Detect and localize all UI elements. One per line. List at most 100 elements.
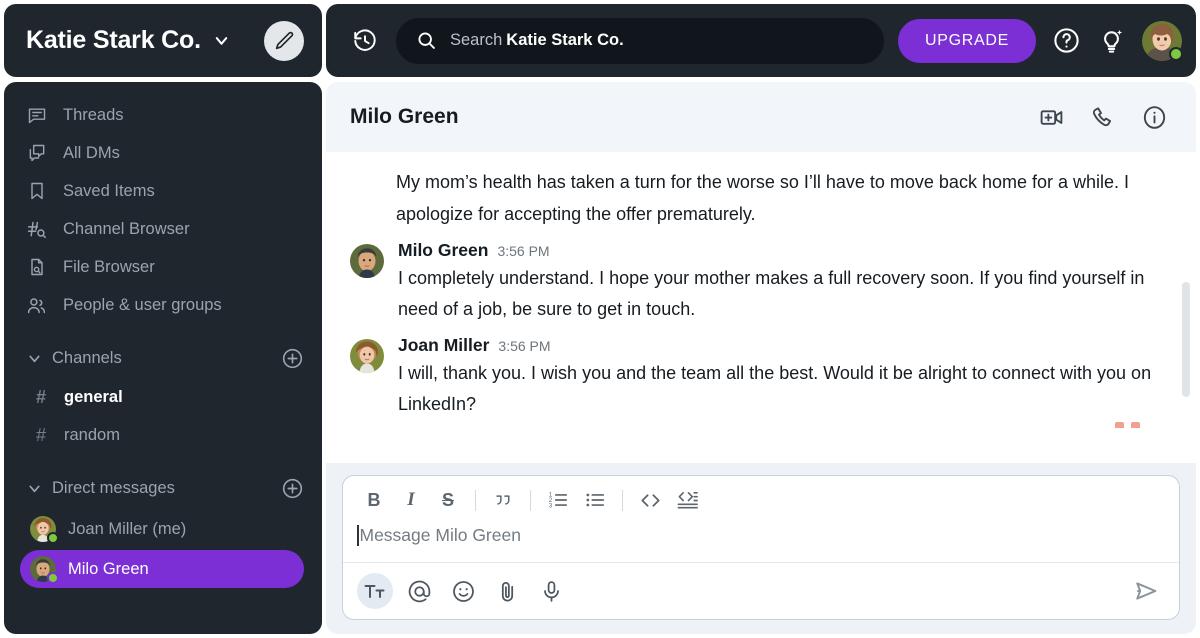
info-circle-icon <box>1141 104 1168 131</box>
sidebar: Threads All DMs Saved Items Channel Brow… <box>4 82 322 634</box>
channels-section-header[interactable]: Channels <box>4 338 322 378</box>
lightbulb-sparkle-icon <box>1097 26 1126 55</box>
sidebar-item-label: Threads <box>63 105 124 124</box>
dm-label: Milo Green <box>68 559 149 578</box>
add-dm-button[interactable] <box>281 477 304 500</box>
message-author: Milo Green <box>398 240 489 260</box>
sidebar-channel-general[interactable]: # general <box>4 378 322 416</box>
add-channel-button[interactable] <box>281 347 304 370</box>
italic-button[interactable]: I <box>394 485 428 515</box>
channel-label: general <box>64 387 123 406</box>
people-icon <box>26 295 47 316</box>
question-circle-icon <box>1052 26 1081 55</box>
dms-section-header[interactable]: Direct messages <box>4 468 322 508</box>
message-meta: Joan Miller 3:56 PM <box>398 335 1156 356</box>
video-call-button[interactable] <box>1039 105 1064 130</box>
sidebar-item-label: People & user groups <box>63 295 222 314</box>
help-button[interactable] <box>1052 26 1081 55</box>
ideas-button[interactable] <box>1097 26 1126 55</box>
channels-section-label: Channels <box>52 348 122 367</box>
blockquote-button[interactable] <box>486 485 520 515</box>
mention-button[interactable] <box>401 573 437 609</box>
bold-button[interactable]: B <box>357 485 391 515</box>
sidebar-dm-milo-green[interactable]: Milo Green <box>20 550 304 588</box>
conversation-actions <box>1039 104 1168 131</box>
message-input[interactable]: Message Milo Green <box>343 521 1179 562</box>
bulleted-list-icon <box>584 489 606 511</box>
sidebar-item-all-dms[interactable]: All DMs <box>4 134 322 172</box>
quote-icon <box>493 490 514 511</box>
conversation-title: Milo Green <box>350 105 459 128</box>
sidebar-item-label: All DMs <box>63 143 120 162</box>
code-icon <box>639 489 662 512</box>
workspace-name: Katie Stark Co. <box>26 26 201 54</box>
workspace-bar: Katie Stark Co. <box>4 4 322 77</box>
message-timestamp: 3:56 PM <box>498 338 551 354</box>
workspace-switcher[interactable]: Katie Stark Co. <box>26 26 231 55</box>
left-column: Katie Stark Co. Threads All DMs Saved It… <box>4 4 322 634</box>
history-clock-icon <box>352 28 378 54</box>
compose-button[interactable] <box>264 20 304 61</box>
sidebar-item-file-browser[interactable]: File Browser <box>4 248 322 286</box>
message-text: I will, thank you. I wish you and the te… <box>398 363 1152 414</box>
sidebar-item-threads[interactable]: Threads <box>4 96 322 134</box>
code-block-icon <box>676 489 699 512</box>
message-item: Milo Green 3:56 PM I completely understa… <box>326 230 1196 325</box>
ordered-list-button[interactable]: 123 <box>541 485 575 515</box>
message-placeholder: Message Milo Green <box>359 525 521 545</box>
message-author: Joan Miller <box>398 335 490 355</box>
message-timestamp: 3:56 PM <box>497 243 550 259</box>
sidebar-item-label: Channel Browser <box>63 219 190 238</box>
upgrade-button[interactable]: UPGRADE <box>897 18 1036 63</box>
search-input[interactable]: Search Katie Stark Co. <box>396 17 884 64</box>
bulleted-list-button[interactable] <box>578 485 612 515</box>
scrollbar-thumb[interactable] <box>1182 282 1190 397</box>
sidebar-channel-random[interactable]: # random <box>4 416 322 454</box>
toolbar-divider <box>622 489 623 511</box>
avatar <box>30 556 59 584</box>
strikethrough-button[interactable]: S <box>431 485 465 515</box>
conversation-header: Milo Green <box>326 82 1196 152</box>
message-text: I completely understand. I hope your mot… <box>398 268 1145 319</box>
audio-button[interactable] <box>533 573 569 609</box>
strikethrough-label: S <box>441 489 454 510</box>
hash-icon: # <box>35 386 46 407</box>
chevron-down-icon <box>26 350 43 367</box>
text-format-icon <box>363 579 387 603</box>
presence-indicator <box>1169 46 1183 61</box>
text-caret <box>357 525 359 546</box>
app-root: Katie Stark Co. Threads All DMs Saved It… <box>0 0 1200 638</box>
dm-label: Joan Miller (me) <box>68 519 187 538</box>
code-block-button[interactable] <box>670 485 704 515</box>
message-list: My mom’s health has taken a turn for the… <box>326 152 1196 463</box>
sidebar-item-label: Saved Items <box>63 181 155 200</box>
bookmark-icon <box>26 181 47 202</box>
microphone-icon <box>539 579 564 604</box>
send-button[interactable] <box>1127 573 1165 609</box>
hash-icon: # <box>35 424 46 445</box>
sidebar-item-saved-items[interactable]: Saved Items <box>4 172 322 210</box>
presence-indicator <box>47 572 59 584</box>
right-column: Search Katie Stark Co. UPGRADE Milo Gree… <box>326 4 1196 634</box>
avatar <box>30 516 59 544</box>
attachment-button[interactable] <box>489 573 525 609</box>
conversation-panel: Milo Green My mom’s health has taken a t… <box>326 82 1196 634</box>
sidebar-item-channel-browser[interactable]: Channel Browser <box>4 210 322 248</box>
info-button[interactable] <box>1141 104 1168 131</box>
code-button[interactable] <box>633 485 667 515</box>
sidebar-item-people-user-groups[interactable]: People & user groups <box>4 286 322 324</box>
emoji-button[interactable] <box>445 573 481 609</box>
phone-call-button[interactable] <box>1090 105 1115 130</box>
top-bar-actions: UPGRADE <box>897 18 1183 63</box>
svg-text:3: 3 <box>549 503 553 509</box>
reaction-row[interactable] <box>398 420 1140 428</box>
user-avatar-button[interactable] <box>1142 20 1183 61</box>
formatting-toggle-button[interactable] <box>357 573 393 609</box>
paperclip-icon <box>495 579 520 604</box>
ordered-list-icon: 123 <box>547 489 569 511</box>
message-scrollbar[interactable] <box>1182 162 1190 453</box>
sidebar-dm-joan-miller[interactable]: Joan Miller (me) <box>20 510 304 548</box>
history-button[interactable] <box>348 24 382 58</box>
pencil-icon <box>274 30 295 51</box>
message-meta: Milo Green 3:56 PM <box>398 240 1156 261</box>
